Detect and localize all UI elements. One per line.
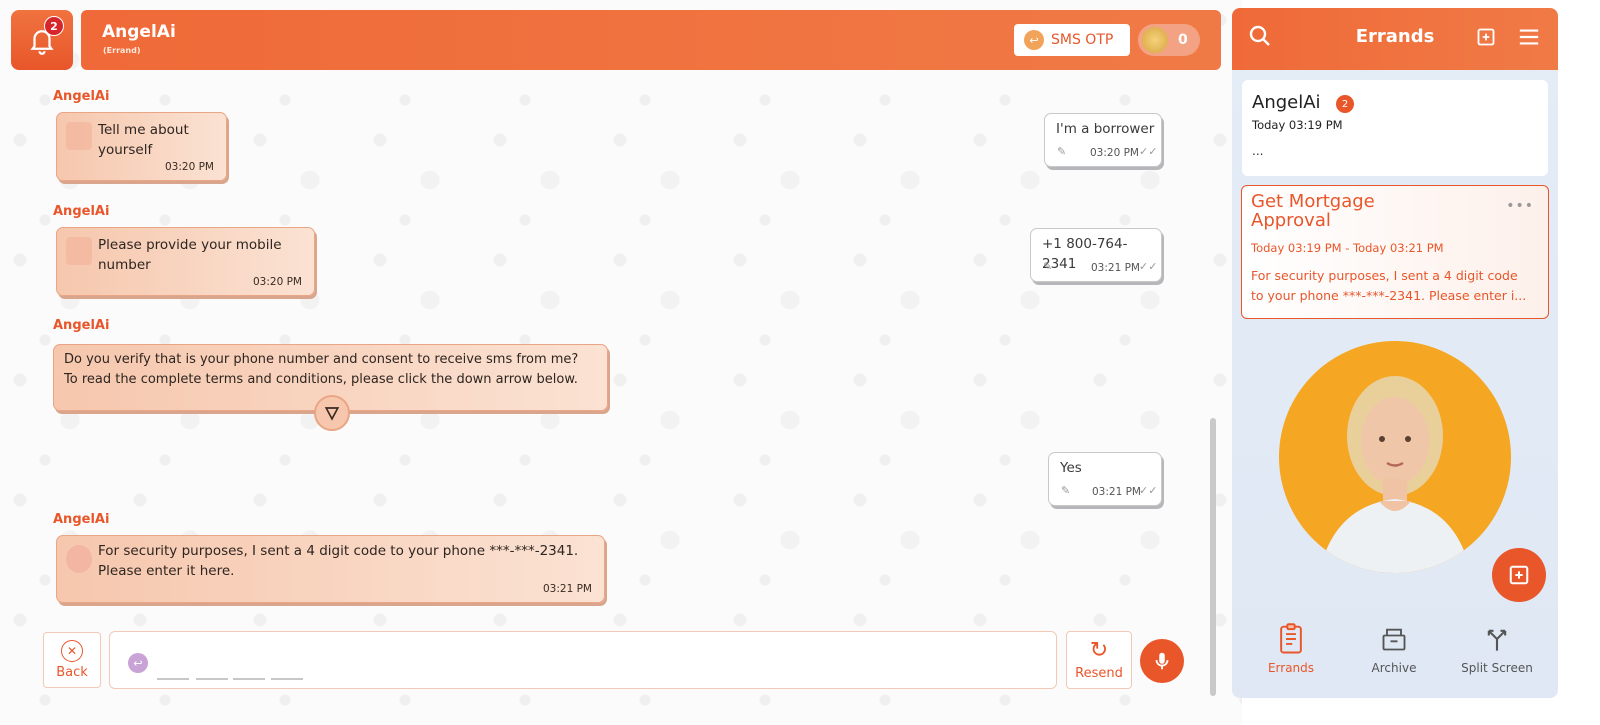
message-text: For security purposes, I sent a 4 digit … [98,543,579,559]
split-screen-icon [1452,623,1542,655]
coin-icon [1142,27,1168,53]
errand-time: Today 03:19 PM [1252,118,1343,132]
refresh-icon: ↻ [1089,637,1109,663]
double-check-icon: ✓✓ [1139,260,1158,273]
message-time: 03:21 PM [543,583,592,595]
menu-icon[interactable] [1518,27,1540,51]
chat-title: AngelAi [102,22,176,42]
otp-digit-slot[interactable] [233,678,265,680]
close-icon: ✕ [61,640,83,662]
archive-icon [1349,623,1439,655]
edit-icon[interactable]: ✎ [1043,260,1052,273]
message-text: Tell me about [98,122,189,138]
back-label: Back [56,665,88,680]
reply-icon: ↩ [1024,30,1044,50]
message-text: Yes [1060,460,1082,476]
resend-button[interactable]: ↻ Resend [1066,631,1132,689]
otp-digit-slot[interactable] [196,678,228,680]
microphone-button[interactable] [1140,639,1184,683]
errand-card-mortgage[interactable]: Get Mortgage Approval ••• Today 03:19 PM… [1241,185,1549,319]
reply-icon: ↩ [128,653,148,673]
terms-expand-button[interactable] [314,395,350,431]
edit-icon[interactable]: ✎ [1057,145,1066,158]
otp-input[interactable]: ↩ [109,631,1057,689]
sidebar-title: Errands [1355,26,1435,47]
nav-label: Archive [1371,661,1417,675]
message-sender: AngelAi [53,89,110,104]
unread-badge: 2 [1336,95,1354,113]
message-text: I'm a borrower [1056,121,1155,137]
errand-title: Get Mortgage Approval [1251,191,1375,231]
chevron-down-icon [324,407,340,421]
nav-label: Split Screen [1461,661,1533,675]
errands-icon [1246,623,1336,655]
person-icon [66,122,92,150]
message-bubble: Please provide your mobile number 03:20 … [56,227,315,296]
errand-card-angelai[interactable]: AngelAi 2 Today 03:19 PM ... [1242,80,1548,176]
errand-preview: ... [1252,144,1264,158]
errand-preview: For security purposes, I sent a 4 digit … [1251,268,1527,303]
errand-time: Today 03:19 PM - Today 03:21 PM [1251,241,1444,255]
message-time: 03:20 PM [1090,147,1139,159]
message-time: 03:20 PM [253,276,302,288]
double-check-icon: ✓✓ [1139,145,1158,158]
message-time: 03:21 PM [1092,486,1141,498]
chat-scrollbar[interactable] [1210,418,1216,696]
sms-otp-button[interactable]: ↩ SMS OTP [1014,24,1130,56]
message-time: 03:20 PM [165,161,214,173]
message-text: Do you verify that is your phone number … [64,352,579,367]
message-sender: AngelAi [53,512,110,527]
chat-header: AngelAi (Errand) ↩ SMS OTP 0 [81,10,1221,70]
nav-label: Errands [1267,661,1315,675]
otp-digit-slot[interactable] [271,678,303,680]
phone-icon [66,237,92,265]
message-bubble: Tell me about yourself 03:20 PM [56,112,227,181]
message-bubble: For security purposes, I sent a 4 digit … [56,535,605,603]
edit-icon[interactable]: ✎ [1061,484,1070,497]
message-sender: AngelAi [53,318,110,333]
errands-sidebar: Errands AngelAi 2 Today 03:19 PM ... Get… [1232,8,1558,698]
nav-split-screen[interactable]: Split Screen [1452,623,1542,675]
message-text: yourself [98,142,153,158]
back-button[interactable]: ✕ Back [43,632,101,688]
message-time: 03:21 PM [1091,262,1140,274]
message-bubble: Yes ✎ 03:21 PM ✓✓ [1048,452,1162,506]
sidebar-header: Errands [1232,8,1558,70]
coin-count: 0 [1178,32,1188,48]
notification-badge: 2 [44,16,64,36]
message-bubble: I'm a borrower ✎ 03:20 PM ✓✓ [1044,113,1162,167]
errand-name: AngelAi [1252,92,1321,113]
microphone-icon [1155,652,1169,670]
message-sender: AngelAi [53,204,110,219]
sms-otp-label: SMS OTP [1051,32,1114,48]
nav-errands[interactable]: Errands [1246,623,1336,675]
message-text: Please provide your mobile [98,237,282,253]
message-text: Please enter it here. [98,563,235,579]
resend-label: Resend [1075,665,1123,681]
chat-subtitle: (Errand) [103,46,141,55]
message-bubble: +1 800-764-2341 ✎ 03:21 PM ✓✓ [1030,228,1162,282]
nav-archive[interactable]: Archive [1349,623,1439,675]
notification-button[interactable]: 2 [11,10,73,70]
reply-icon [66,545,92,573]
more-options-icon[interactable]: ••• [1506,198,1534,214]
assistant-avatar-video[interactable] [1279,341,1511,573]
otp-digit-slot[interactable] [157,678,189,680]
coins-button[interactable]: 0 [1138,24,1200,56]
message-text: To read the complete terms and condition… [64,372,578,387]
add-errand-icon[interactable] [1476,27,1496,51]
plus-square-icon [1509,565,1529,585]
new-errand-button[interactable] [1492,548,1546,602]
double-check-icon: ✓✓ [1139,484,1158,497]
message-text: number [98,257,151,273]
